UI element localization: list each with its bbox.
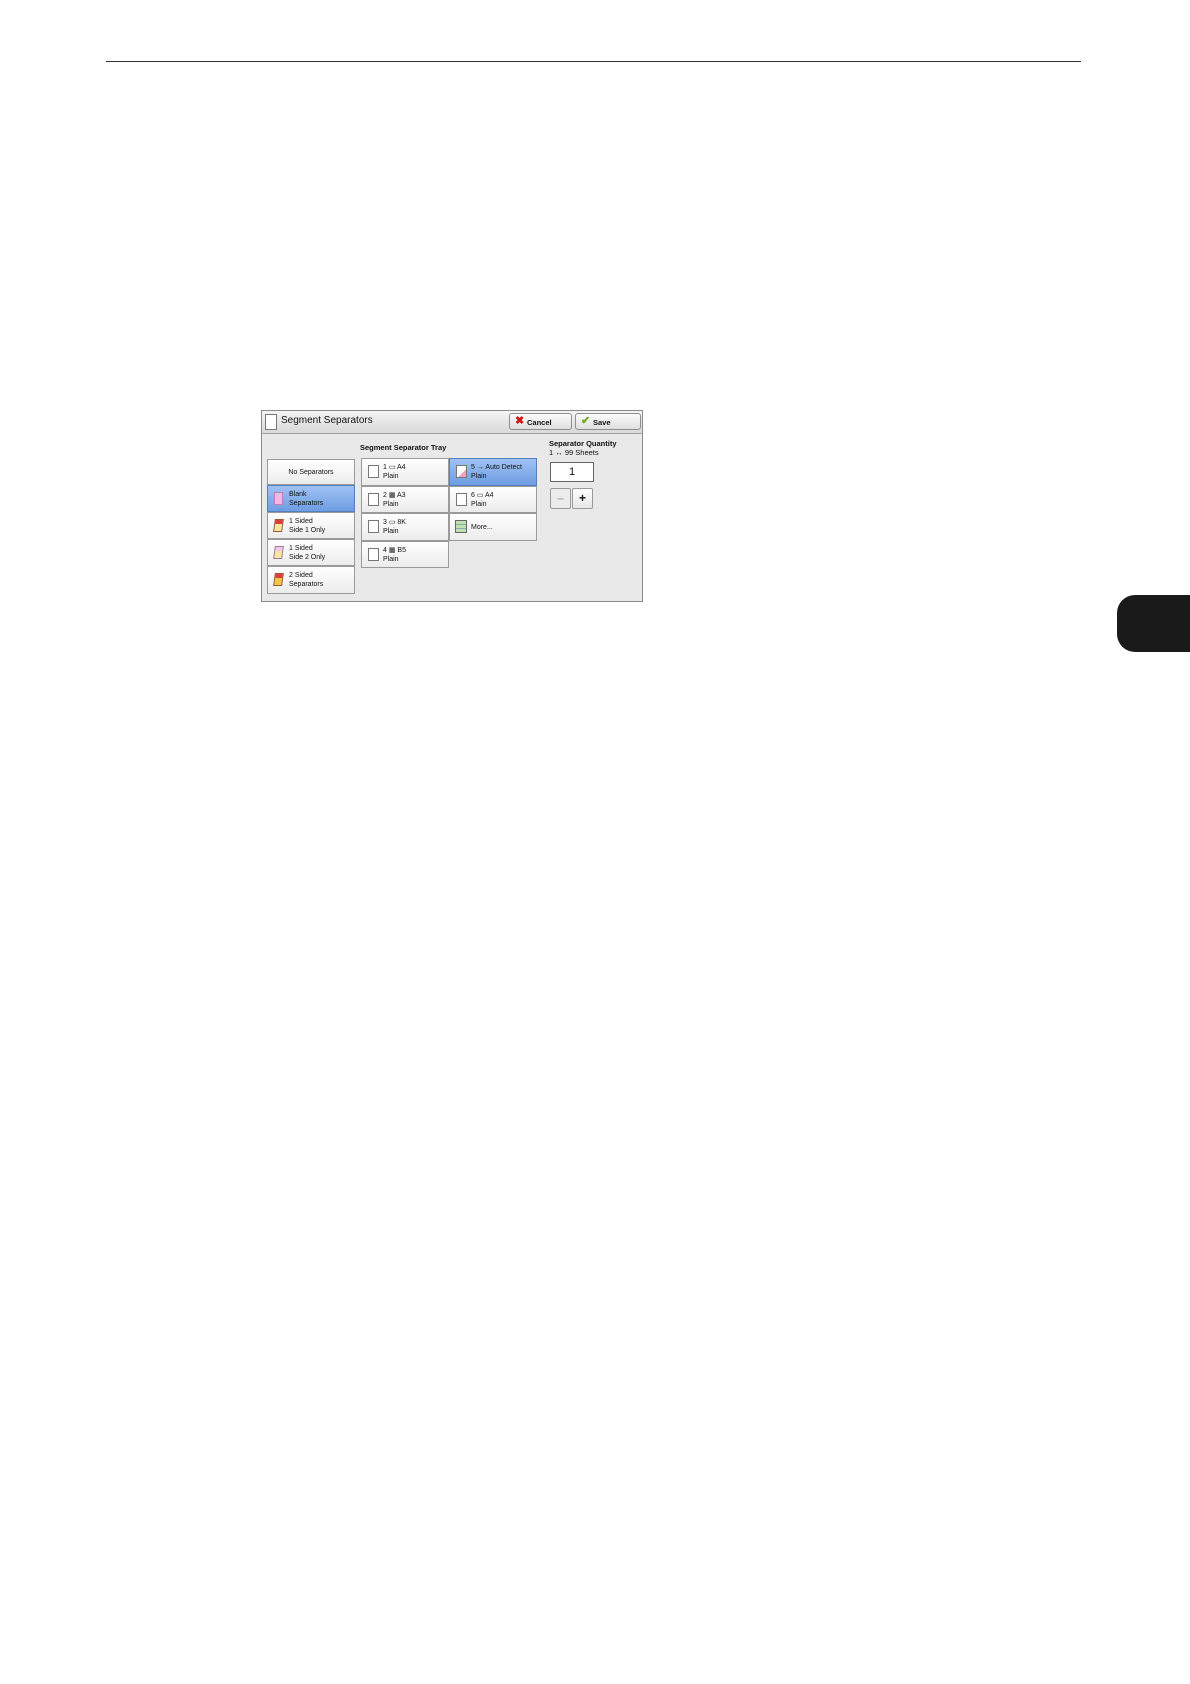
dialog-title: Segment Separators xyxy=(281,415,373,426)
option-label: 2 Sided Separators xyxy=(289,572,324,588)
bypass-tray-icon xyxy=(456,465,467,478)
increase-button[interactable]: + xyxy=(572,488,593,509)
more-trays-button[interactable]: More... xyxy=(449,513,537,541)
tray-2-button[interactable]: 2 ▦ A3 Plain xyxy=(361,486,449,513)
checkmark-icon: ✔ xyxy=(581,415,591,427)
tray-label: 6 ▭ A4 Plain xyxy=(471,492,494,508)
no-separators-button[interactable]: No Separators xyxy=(267,459,355,485)
tray-label: 2 ▦ A3 Plain xyxy=(383,492,406,508)
printed-sheet-icon xyxy=(273,519,284,532)
tray-icon xyxy=(368,520,379,533)
dialog-titlebar: Segment Separators ✖ Cancel ✔ Save xyxy=(262,411,642,434)
option-label: No Separators xyxy=(288,469,334,476)
segment-separators-dialog: Segment Separators ✖ Cancel ✔ Save No Se… xyxy=(261,410,643,602)
tray-1-button[interactable]: 1 ▭ A4 Plain xyxy=(361,458,449,486)
tray-icon xyxy=(368,493,379,506)
tray-list-icon xyxy=(455,520,467,533)
one-sided-side2-button[interactable]: 1 Sided Side 2 Only xyxy=(267,539,355,566)
tray-icon xyxy=(368,548,379,561)
tray-icon xyxy=(368,465,379,478)
tray-label: 3 ▭ 8K Plain xyxy=(383,519,406,535)
tray-5-button[interactable]: 5 → Auto Detect Plain xyxy=(449,458,537,486)
option-label: 1 Sided Side 1 Only xyxy=(289,518,326,534)
quantity-field[interactable]: 1 xyxy=(550,462,594,482)
decrease-button[interactable]: – xyxy=(550,488,571,509)
tray-label: 4 ▦ B5 Plain xyxy=(383,547,406,563)
two-sided-separators-button[interactable]: 2 Sided Separators xyxy=(267,566,355,594)
close-icon: ✖ xyxy=(515,415,525,427)
tray-label: 5 → Auto Detect Plain xyxy=(471,464,522,480)
option-label: Blank Separators xyxy=(289,491,324,507)
blank-separators-button[interactable]: Blank Separators xyxy=(267,485,355,512)
tray-icon xyxy=(456,493,467,506)
cancel-label: Cancel xyxy=(527,418,552,427)
document-icon xyxy=(265,414,277,430)
chapter-tab xyxy=(1117,595,1190,652)
printed-sheet-icon xyxy=(273,546,284,559)
option-label: 1 Sided Side 2 Only xyxy=(289,545,326,561)
save-button[interactable]: ✔ Save xyxy=(575,413,641,430)
blank-sheet-icon xyxy=(274,492,283,505)
tray-4-button[interactable]: 4 ▦ B5 Plain xyxy=(361,541,449,568)
quantity-range: 1 ↔ 99 Sheets xyxy=(549,448,599,457)
tray-label: 1 ▭ A4 Plain xyxy=(383,464,406,480)
tray-6-button[interactable]: 6 ▭ A4 Plain xyxy=(449,486,537,513)
cancel-button[interactable]: ✖ Cancel xyxy=(509,413,572,430)
header-rule xyxy=(106,61,1081,62)
tray-3-button[interactable]: 3 ▭ 8K Plain xyxy=(361,513,449,541)
save-label: Save xyxy=(593,418,611,427)
quantity-heading: Separator Quantity xyxy=(549,439,617,448)
one-sided-side1-button[interactable]: 1 Sided Side 1 Only xyxy=(267,512,355,539)
printed-sheet-icon xyxy=(273,573,284,586)
tray-heading: Segment Separator Tray xyxy=(360,443,447,452)
more-label: More... xyxy=(471,524,493,531)
